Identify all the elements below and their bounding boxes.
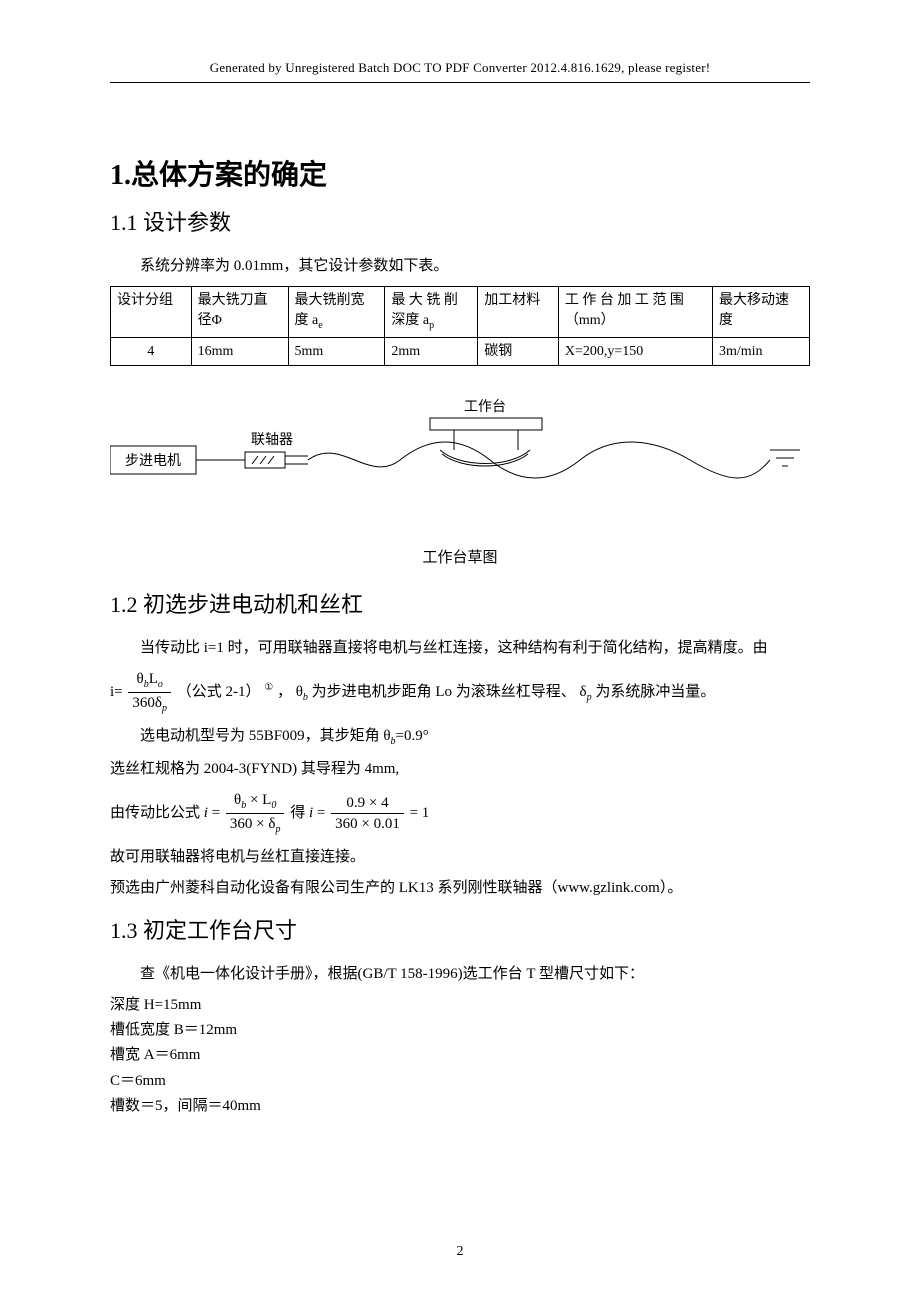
l-sym: L [149, 671, 158, 687]
td-width: 5mm [288, 337, 385, 366]
table-header-row: 设计分组 最大铣刀直 径Φ 最大铣削宽 度 ae 最 大 铣 削 深度 ap 加… [111, 287, 810, 337]
sub3-l3: 槽宽 A＝6mm [110, 1044, 810, 1067]
times: × [246, 792, 262, 808]
document-page: Generated by Unregistered Batch DOC TO P… [0, 0, 920, 1300]
delta-sym: δ [580, 684, 587, 700]
td-depth: 2mm [385, 337, 478, 366]
eq-one: = 1 [410, 805, 430, 821]
diagram-coupling-label: 联轴器 [251, 432, 293, 448]
fraction-icon: θb × L0 360 × δp [226, 791, 285, 836]
section-num: 1. [110, 160, 131, 191]
theta-sym: θ [383, 728, 390, 744]
td-dia: 16mm [191, 337, 288, 366]
theta-sym: θ [137, 671, 144, 687]
th-text: 度 a [295, 313, 319, 328]
sub3-l1: 深度 H=15mm [110, 994, 810, 1017]
th-range: 工 作 台 加 工 范 围 （mm） [558, 287, 712, 337]
formula-text: i= [110, 684, 123, 700]
delta-sym: δ [155, 695, 162, 711]
td-material: 碳钢 [478, 337, 559, 366]
th-sub: e [318, 320, 322, 331]
sub: b [303, 692, 308, 703]
eq: = [212, 805, 224, 821]
diagram-caption: 工作台草图 [110, 546, 810, 567]
sub2-p5: 故可用联轴器将电机与丝杠直接连接。 [110, 846, 810, 869]
th-text: 最大移动速 [719, 293, 789, 308]
fraction-icon: 0.9 × 4 360 × 0.01 [331, 794, 404, 833]
th-text: 最 大 铣 削 [391, 293, 458, 308]
sub: p [162, 703, 167, 714]
diagram-table-label: 工作台 [464, 399, 506, 415]
num-text: 360 [132, 695, 155, 711]
formula-note: （公式 2-1） [177, 684, 261, 700]
th-text: 最大铣削宽 [295, 293, 365, 308]
sub: o [158, 679, 163, 690]
subsection-1-3-heading: 1.3 初定工作台尺寸 [110, 913, 810, 945]
td-group: 4 [111, 337, 192, 366]
sub2-p6: 预选由广州菱科自动化设备有限公司生产的 LK13 系列刚性联轴器（www.gzl… [110, 877, 810, 900]
den-text: 360 × 0.01 [331, 814, 404, 833]
watermark-text: Generated by Unregistered Batch DOC TO P… [110, 60, 810, 76]
th-cut-depth: 最 大 铣 削 深度 ap [385, 287, 478, 337]
subsection-1-1-heading: 1.1 设计参数 [110, 205, 810, 237]
td-range: X=200,y=150 [558, 337, 712, 366]
th-text: 度 [719, 313, 733, 328]
diagram-svg: 工作台 步进电机 联轴器 [110, 396, 810, 526]
sub3-l5: 槽数＝5，间隔＝40mm [110, 1095, 810, 1118]
formula-text: 由传动比公式 [110, 805, 200, 821]
sub1-intro: 系统分辨率为 0.01mm，其它设计参数如下表。 [110, 255, 810, 278]
leadscrew-wave-icon [308, 442, 770, 478]
diagram-motor-label: 步进电机 [125, 453, 181, 469]
th-speed: 最大移动速 度 [713, 287, 810, 337]
l-sym: L [262, 792, 271, 808]
th-text: 工 作 台 加 工 范 围 [565, 293, 684, 308]
text-span: =0.9° [396, 728, 429, 744]
num-text: 0.9 × 4 [331, 794, 404, 814]
coupling-box-icon [245, 452, 285, 468]
th-cutter-dia: 最大铣刀直 径Φ [191, 287, 288, 337]
sub2-p3: 选丝杠规格为 2004-3(FYND) 其导程为 4mm, [110, 758, 810, 781]
text-span: 选电动机型号为 55BF009，其步矩角 [140, 728, 380, 744]
circled-one-icon: ① [264, 682, 273, 693]
sub3-l2: 槽低宽度 B＝12mm [110, 1019, 810, 1042]
sub: p [587, 692, 592, 703]
formula-2-1: i= θbLo 360δp （公式 2-1） ① ， θb 为步进电机步距角 L… [110, 670, 810, 715]
sub: 0 [271, 800, 276, 811]
th-cut-width: 最大铣削宽 度 ae [288, 287, 385, 337]
th-sub: p [429, 320, 434, 331]
num-text: 360 × [230, 816, 268, 832]
formula-text: 为步进电机步距角 Lo 为滚珠丝杠导程、 [312, 684, 576, 700]
eq: = [317, 805, 329, 821]
table-row: 4 16mm 5mm 2mm 碳钢 X=200,y=150 3m/min [111, 337, 810, 366]
header-rule [110, 82, 810, 83]
formula-text: ， θ [277, 684, 303, 700]
fraction-icon: θbLo 360δp [128, 670, 171, 715]
sub2-p1: 当传动比 i=1 时，可用联轴器直接将电机与丝杠连接，这种结构有利于简化结构，提… [110, 637, 810, 660]
sub3-p1: 查《机电一体化设计手册》，根据(GB/T 158-1996)选工作台 T 型槽尺… [110, 963, 810, 986]
td-speed: 3m/min [713, 337, 810, 366]
sub2-p2: 选电动机型号为 55BF009，其步矩角 θb=0.9° [110, 725, 810, 750]
worktable-diagram: 工作台 步进电机 联轴器 [110, 396, 810, 526]
formula-text: 为系统脉冲当量。 [595, 684, 715, 700]
var-i: i [309, 805, 313, 821]
table-top-icon [430, 418, 542, 430]
th-text: 径Φ [198, 313, 222, 328]
formula-ratio: 由传动比公式 i = θb × L0 360 × δp 得 i = 0.9 × … [110, 791, 810, 836]
sub: p [275, 824, 280, 835]
section-text: 总体方案的确定 [131, 160, 327, 191]
th-text: 深度 a [391, 313, 429, 328]
sub3-l4: C＝6mm [110, 1070, 810, 1093]
design-param-table: 设计分组 最大铣刀直 径Φ 最大铣削宽 度 ae 最 大 铣 削 深度 ap 加… [110, 286, 810, 366]
section-1-title: 1.总体方案的确定 [110, 153, 810, 193]
th-material: 加工材料 [478, 287, 559, 337]
formula-text: 得 [290, 805, 309, 821]
subsection-1-2-heading: 1.2 初选步进电动机和丝杠 [110, 587, 810, 619]
th-group: 设计分组 [111, 287, 192, 337]
th-text: （mm） [565, 313, 615, 328]
var-i: i [204, 805, 208, 821]
th-text: 最大铣刀直 [198, 293, 268, 308]
page-number: 2 [0, 1244, 920, 1260]
